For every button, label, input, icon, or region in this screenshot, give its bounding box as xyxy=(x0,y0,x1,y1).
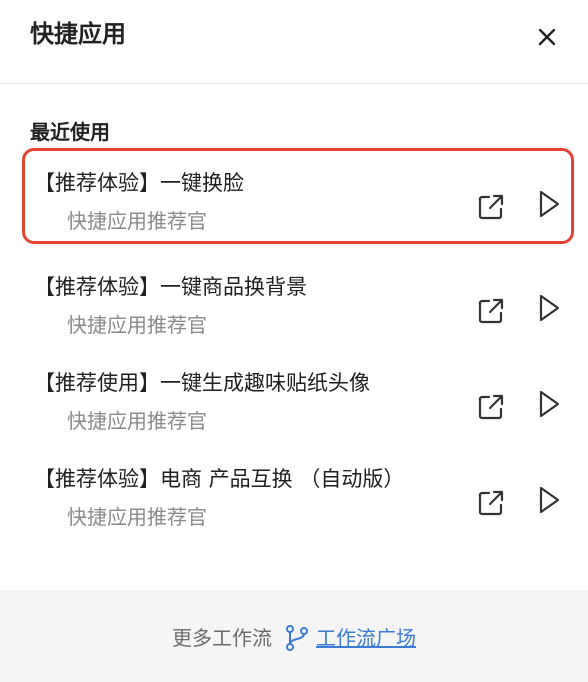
workflow-plaza-link[interactable]: 工作流广场 xyxy=(316,624,416,652)
recent-section-title: 最近使用 xyxy=(30,120,110,144)
play-icon xyxy=(539,390,560,418)
item-author: 快捷应用推荐官 xyxy=(67,209,207,233)
external-link-icon xyxy=(478,298,504,324)
list-item[interactable]: 【推荐体验】一键商品换背景 快捷应用推荐官 xyxy=(22,252,574,348)
list-item[interactable]: 【推荐体验】电商 产品互换 （自动版） 快捷应用推荐官 xyxy=(22,444,574,540)
external-link-icon xyxy=(478,194,504,220)
quick-apps-panel: 快捷应用 最近使用 【推荐体验】一键换脸 快捷应用推荐官 【推荐体验】一键商品换… xyxy=(0,0,588,682)
item-author: 快捷应用推荐官 xyxy=(67,505,207,529)
item-title: 【推荐体验】一键换脸 xyxy=(34,171,244,195)
play-icon xyxy=(539,190,560,218)
item-title: 【推荐体验】电商 产品互换 （自动版） xyxy=(34,467,405,491)
open-button[interactable] xyxy=(475,191,507,223)
item-title: 【推荐使用】一键生成趣味贴纸头像 xyxy=(34,371,370,395)
external-link-icon xyxy=(478,490,504,516)
play-icon xyxy=(539,294,560,322)
panel-header: 快捷应用 xyxy=(0,0,588,84)
list-item[interactable]: 【推荐体验】一键换脸 快捷应用推荐官 xyxy=(22,148,574,244)
open-button[interactable] xyxy=(475,295,507,327)
run-button[interactable] xyxy=(533,292,565,324)
panel-footer: 更多工作流 工作流广场 xyxy=(0,590,588,682)
close-button[interactable] xyxy=(530,20,564,54)
run-button[interactable] xyxy=(533,484,565,516)
open-button[interactable] xyxy=(475,487,507,519)
more-workflows-label: 更多工作流 xyxy=(172,626,272,650)
footer-row: 更多工作流 工作流广场 xyxy=(0,624,588,652)
git-branch-icon xyxy=(284,624,310,652)
run-button[interactable] xyxy=(533,388,565,420)
play-icon xyxy=(539,486,560,514)
panel-title: 快捷应用 xyxy=(30,20,126,48)
open-button[interactable] xyxy=(475,391,507,423)
list-item[interactable]: 【推荐使用】一键生成趣味贴纸头像 快捷应用推荐官 xyxy=(22,348,574,444)
item-author: 快捷应用推荐官 xyxy=(67,313,207,337)
external-link-icon xyxy=(478,394,504,420)
run-button[interactable] xyxy=(533,188,565,220)
close-icon xyxy=(538,28,556,46)
item-author: 快捷应用推荐官 xyxy=(67,409,207,433)
item-title: 【推荐体验】一键商品换背景 xyxy=(34,275,307,299)
